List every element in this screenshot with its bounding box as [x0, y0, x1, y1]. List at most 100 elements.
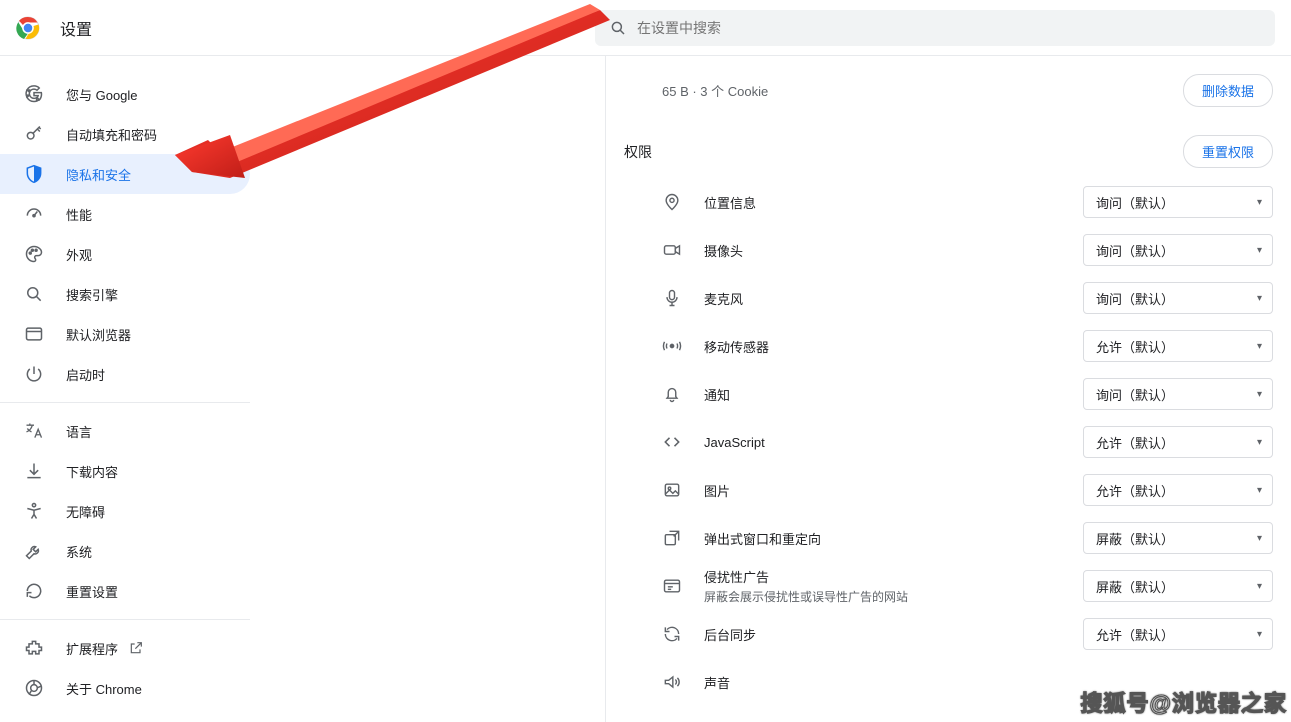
permission-row-bgsync: 后台同步允许（默认）	[606, 610, 1273, 658]
browser-icon	[24, 324, 44, 344]
permission-row-sound: 声音	[606, 658, 1273, 706]
permission-select-value: 允许（默认）	[1096, 433, 1174, 452]
sidebar-item-label: 隐私和安全	[66, 165, 131, 184]
permission-select-bgsync[interactable]: 允许（默认）	[1083, 618, 1273, 650]
sidebar-item-label: 系统	[66, 542, 92, 561]
pin-icon	[662, 192, 682, 212]
usage-row: 65 B · 3 个 Cookie 删除数据	[606, 56, 1273, 125]
permission-row-motion: 移动传感器 允许（默认）	[606, 322, 1273, 370]
permission-select-value: 屏蔽（默认）	[1096, 577, 1174, 596]
download-icon	[24, 461, 44, 481]
google-icon	[24, 84, 44, 104]
permission-select-value: 允许（默认）	[1096, 481, 1174, 500]
sidebar-item-label: 外观	[66, 245, 92, 264]
content-panel: 65 B · 3 个 Cookie 删除数据 权限 重置权限 位置信息询问（默认…	[605, 56, 1291, 722]
sidebar-item-appearance[interactable]: 外观	[0, 234, 250, 274]
page-title: 设置	[60, 16, 92, 40]
permission-label: 通知	[704, 385, 730, 404]
shield-icon	[24, 164, 44, 184]
permission-select-value: 询问（默认）	[1096, 241, 1174, 260]
permission-row-microphone: 麦克风询问（默认）	[606, 274, 1273, 322]
permission-select-value: 询问（默认）	[1096, 385, 1174, 404]
permission-row-location: 位置信息 询问（默认）	[606, 178, 1273, 226]
sidebar-item-label: 您与 Google	[66, 85, 138, 104]
permission-select-notifications[interactable]: 询问（默认）	[1083, 378, 1273, 410]
permission-row-ads: 侵扰性广告屏蔽会展示侵扰性或误导性广告的网站 屏蔽（默认）	[606, 562, 1273, 610]
permission-texts: 位置信息	[704, 193, 756, 212]
accessibility-icon	[24, 501, 44, 521]
permission-sublabel: 屏蔽会展示侵扰性或误导性广告的网站	[704, 588, 908, 605]
sidebar-item-privacy[interactable]: 隐私和安全	[0, 154, 250, 194]
sidebar-item-label: 无障碍	[66, 502, 105, 521]
bell-icon	[662, 384, 682, 404]
permission-select-value: 屏蔽（默认）	[1096, 529, 1174, 548]
sidebar-item-about[interactable]: 关于 Chrome	[0, 668, 250, 708]
usage-text: 65 B · 3 个 Cookie	[662, 81, 768, 100]
sidebar-item-autofill[interactable]: 自动填充和密码	[0, 114, 250, 154]
permission-texts: 声音	[704, 673, 730, 692]
permission-texts: 摄像头	[704, 241, 743, 260]
permission-label: 弹出式窗口和重定向	[704, 529, 821, 548]
permission-label: 位置信息	[704, 193, 756, 212]
permission-select-popups[interactable]: 屏蔽（默认）	[1083, 522, 1273, 554]
reset-permissions-button[interactable]: 重置权限	[1183, 135, 1273, 168]
permission-select-value: 询问（默认）	[1096, 289, 1174, 308]
ads-icon	[662, 576, 682, 596]
clear-data-button[interactable]: 删除数据	[1183, 74, 1273, 107]
sidebar-item-default-browser[interactable]: 默认浏览器	[0, 314, 250, 354]
sidebar-item-label: 默认浏览器	[66, 325, 131, 344]
motion-icon	[662, 336, 682, 356]
permission-select-javascript[interactable]: 允许（默认）	[1083, 426, 1273, 458]
sidebar-item-languages[interactable]: 语言	[0, 411, 250, 451]
permission-select-microphone[interactable]: 询问（默认）	[1083, 282, 1273, 314]
sidebar-item-label: 重置设置	[66, 582, 118, 601]
permission-texts: 移动传感器	[704, 337, 769, 356]
power-icon	[24, 364, 44, 384]
sidebar-item-extensions[interactable]: 扩展程序	[0, 628, 250, 668]
sidebar-item-search-engine[interactable]: 搜索引擎	[0, 274, 250, 314]
permission-select-value: 允许（默认）	[1096, 337, 1174, 356]
camera-icon	[662, 240, 682, 260]
permission-row-camera: 摄像头 询问（默认）	[606, 226, 1273, 274]
sidebar-item-performance[interactable]: 性能	[0, 194, 250, 234]
permission-label: 声音	[704, 673, 730, 692]
permissions-title: 权限	[624, 142, 652, 162]
permission-label: 摄像头	[704, 241, 743, 260]
sidebar-item-label: 扩展程序	[66, 639, 118, 658]
permission-label: 图片	[704, 481, 730, 500]
sidebar-divider	[0, 402, 250, 403]
permission-select-camera[interactable]: 询问（默认）	[1083, 234, 1273, 266]
permission-row-javascript: JavaScript 允许（默认）	[606, 418, 1273, 466]
extension-icon	[24, 638, 44, 658]
sidebar-item-accessibility[interactable]: 无障碍	[0, 491, 250, 531]
sidebar-item-label: 搜索引擎	[66, 285, 118, 304]
code-icon	[662, 432, 682, 452]
palette-icon	[24, 244, 44, 264]
sidebar-item-downloads[interactable]: 下载内容	[0, 451, 250, 491]
sidebar-item-reset[interactable]: 重置设置	[0, 571, 250, 611]
sidebar-item-on-startup[interactable]: 启动时	[0, 354, 250, 394]
permission-label: 移动传感器	[704, 337, 769, 356]
sidebar-item-label: 启动时	[66, 365, 105, 384]
search-icon	[24, 284, 44, 304]
search-field[interactable]	[595, 10, 1275, 46]
sidebar-item-system[interactable]: 系统	[0, 531, 250, 571]
permission-select-images[interactable]: 允许（默认）	[1083, 474, 1273, 506]
permission-select-location[interactable]: 询问（默认）	[1083, 186, 1273, 218]
permission-texts: 侵扰性广告屏蔽会展示侵扰性或误导性广告的网站	[704, 567, 908, 605]
permission-label: JavaScript	[704, 435, 765, 450]
sidebar-item-you-google[interactable]: 您与 Google	[0, 74, 250, 114]
permission-select-value: 允许（默认）	[1096, 625, 1174, 644]
open-external-icon	[128, 640, 144, 656]
search-icon	[609, 19, 637, 37]
search-input[interactable]	[637, 20, 1261, 36]
permission-row-popups: 弹出式窗口和重定向 屏蔽（默认）	[606, 514, 1273, 562]
sidebar-item-label: 语言	[66, 422, 92, 441]
wrench-icon	[24, 541, 44, 561]
permission-select-ads[interactable]: 屏蔽（默认）	[1083, 570, 1273, 602]
sidebar-item-label: 下载内容	[66, 462, 118, 481]
permission-select-motion[interactable]: 允许（默认）	[1083, 330, 1273, 362]
mic-icon	[662, 288, 682, 308]
permission-row-notifications: 通知 询问（默认）	[606, 370, 1273, 418]
sidebar-divider	[0, 619, 250, 620]
